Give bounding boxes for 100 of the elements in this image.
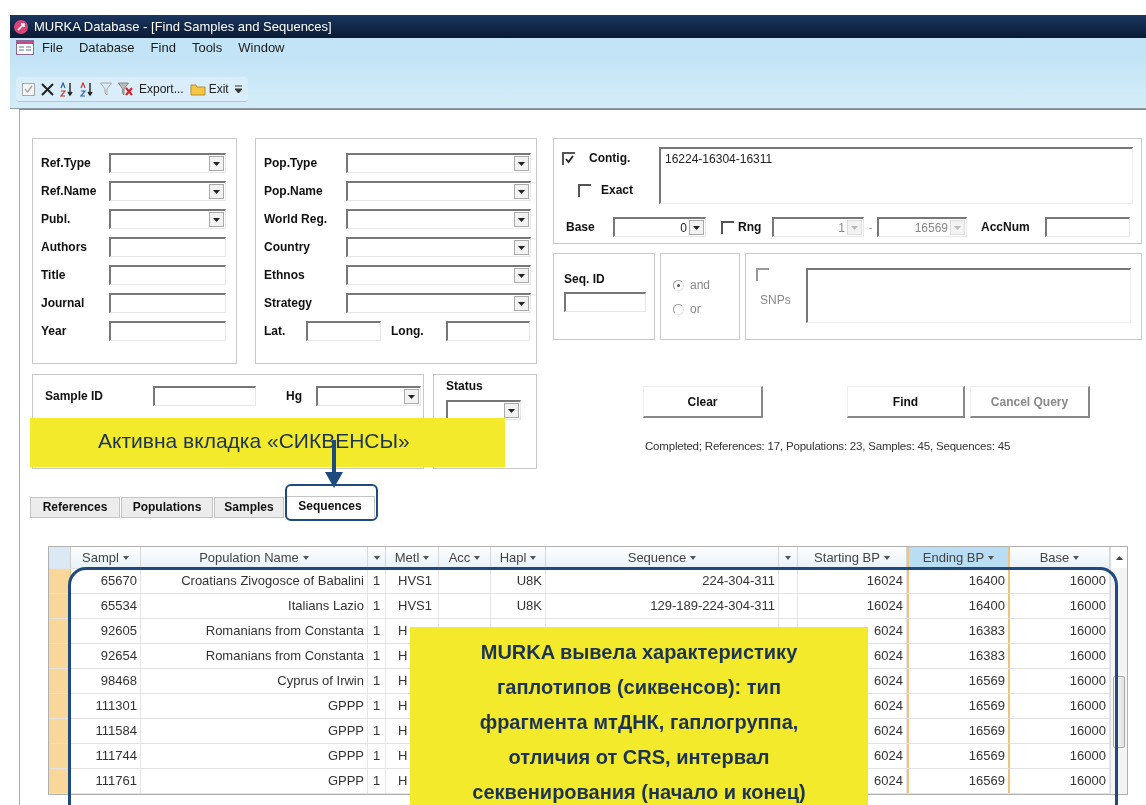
combo-box[interactable] bbox=[346, 153, 531, 173]
row-selector[interactable] bbox=[49, 769, 71, 793]
combo-box[interactable] bbox=[109, 181, 226, 201]
row-selector[interactable] bbox=[49, 669, 71, 693]
scroll-up-icon[interactable] bbox=[1115, 555, 1123, 560]
menu-item[interactable]: Window bbox=[230, 40, 293, 55]
row-selector[interactable] bbox=[49, 594, 71, 618]
field-label: Lat. bbox=[264, 324, 287, 338]
overflow-icon[interactable] bbox=[234, 85, 242, 93]
row-selector[interactable] bbox=[49, 694, 71, 718]
text-field[interactable] bbox=[109, 237, 226, 257]
sort-ascending-icon[interactable] bbox=[60, 81, 74, 97]
caret-icon bbox=[954, 225, 961, 230]
tab[interactable]: References bbox=[30, 497, 120, 518]
menu-item[interactable]: Database bbox=[70, 40, 143, 55]
menu-item[interactable]: Find bbox=[142, 40, 184, 55]
table-cell: 111744 bbox=[71, 744, 141, 768]
table-cell: 111584 bbox=[71, 719, 141, 743]
tab[interactable]: Sequences bbox=[285, 496, 375, 518]
action-button[interactable]: Find bbox=[847, 386, 965, 418]
text-field[interactable] bbox=[153, 386, 256, 406]
caret-icon bbox=[518, 217, 525, 222]
callout: MURKA вывела характеристику гаплотипов (сиквенсов): тип фрагмента мтДНК, гаплогруппа, отличия от CRS, интервал секвенирования (начало и конец) bbox=[410, 627, 868, 805]
dropdown-button[interactable] bbox=[209, 212, 224, 227]
table-cell: 92605 bbox=[71, 619, 141, 643]
filter-remove-icon[interactable] bbox=[118, 82, 133, 96]
contig-field[interactable]: 16224-16304-16311 bbox=[659, 147, 1133, 204]
dropdown-button[interactable] bbox=[209, 184, 224, 199]
combo-box[interactable] bbox=[346, 209, 531, 229]
row-selector[interactable] bbox=[49, 744, 71, 768]
combo-box[interactable] bbox=[446, 400, 521, 420]
column-header[interactable]: Sampl bbox=[71, 547, 141, 568]
checkbox-label: Exact bbox=[601, 183, 634, 197]
sort-descending-icon[interactable] bbox=[80, 81, 94, 97]
dropdown-button[interactable] bbox=[514, 296, 529, 311]
table-cell: 98468 bbox=[71, 669, 141, 693]
combo-box[interactable]: 0 bbox=[613, 217, 706, 237]
caret-icon bbox=[690, 555, 697, 560]
checkbox[interactable] bbox=[578, 183, 591, 197]
combo-box[interactable] bbox=[109, 153, 226, 173]
field-label: Ref.Type bbox=[41, 156, 92, 170]
column-header[interactable]: Ending BP bbox=[907, 547, 1010, 568]
field-label: Authors bbox=[41, 240, 88, 254]
text-field[interactable] bbox=[109, 321, 226, 341]
text-field[interactable] bbox=[109, 265, 226, 285]
range-separator: - bbox=[867, 221, 874, 233]
row-selector[interactable] bbox=[49, 719, 71, 743]
text-field[interactable] bbox=[306, 321, 381, 341]
combo-box[interactable] bbox=[346, 265, 531, 285]
delete-icon[interactable] bbox=[41, 82, 54, 96]
caret-icon bbox=[302, 555, 309, 560]
row-selector[interactable] bbox=[49, 644, 71, 668]
text-field[interactable] bbox=[564, 292, 646, 312]
dropdown-button[interactable] bbox=[689, 220, 704, 235]
dropdown-button[interactable] bbox=[514, 184, 529, 199]
combo-box[interactable] bbox=[316, 386, 421, 406]
row-selector[interactable] bbox=[49, 619, 71, 643]
toolbar-button[interactable]: Exit bbox=[208, 82, 229, 96]
row-selector[interactable] bbox=[49, 569, 71, 593]
dropdown-button[interactable] bbox=[504, 403, 519, 418]
combo-box[interactable] bbox=[346, 293, 531, 313]
combo-box[interactable] bbox=[346, 181, 531, 201]
dropdown-button[interactable] bbox=[209, 156, 224, 171]
field-label: Ethnos bbox=[264, 268, 306, 282]
column-header[interactable]: Acc bbox=[439, 547, 491, 568]
combo-box[interactable] bbox=[109, 209, 226, 229]
dropdown-button[interactable] bbox=[514, 268, 529, 283]
table-cell: 1 bbox=[368, 694, 386, 718]
window-title: MURKA Database - [Find Samples and Sequences] bbox=[34, 19, 332, 34]
dropdown-button[interactable] bbox=[404, 389, 419, 404]
checkbox-label: Contig. bbox=[589, 151, 631, 165]
column-header[interactable]: Population Name bbox=[141, 547, 368, 568]
form-icon[interactable] bbox=[16, 40, 34, 55]
tab[interactable]: Populations bbox=[121, 497, 213, 518]
snps-field[interactable] bbox=[806, 268, 1131, 323]
table-cell: 1 bbox=[368, 669, 386, 693]
column-header[interactable]: Metl bbox=[386, 547, 439, 568]
action-button[interactable]: Clear bbox=[643, 386, 763, 418]
table-cell: GPPP bbox=[141, 694, 368, 718]
dropdown-button[interactable] bbox=[514, 156, 529, 171]
text-field[interactable] bbox=[1045, 217, 1130, 237]
dropdown-button[interactable] bbox=[514, 240, 529, 255]
field-label: Seq. ID bbox=[564, 272, 606, 286]
checkbox[interactable] bbox=[562, 151, 575, 165]
table-cell: Italians Lazio bbox=[141, 594, 368, 618]
menu-item[interactable]: File bbox=[34, 40, 71, 55]
combo-box[interactable] bbox=[346, 237, 531, 257]
text-field[interactable] bbox=[446, 321, 530, 341]
column-header[interactable]: Hapl bbox=[491, 547, 546, 568]
field-label: Country bbox=[264, 240, 311, 254]
caret-icon bbox=[883, 555, 890, 560]
dropdown-button[interactable] bbox=[514, 212, 529, 227]
field-label: Status bbox=[446, 379, 483, 393]
menu-item[interactable]: Tools bbox=[183, 40, 231, 55]
field-label: Strategy bbox=[264, 296, 314, 310]
text-field[interactable] bbox=[109, 293, 226, 313]
toolbar-button[interactable]: Export... bbox=[139, 82, 184, 96]
tab[interactable]: Samples bbox=[214, 497, 284, 518]
column-header[interactable]: Sequence bbox=[546, 547, 779, 568]
caret-icon bbox=[373, 555, 380, 560]
